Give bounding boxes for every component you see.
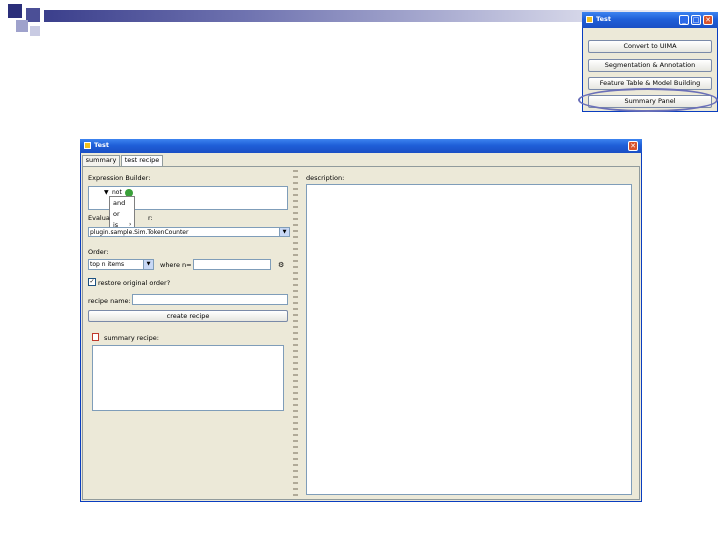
decor-square [30, 26, 40, 36]
calculator-icon[interactable]: ⚙ [278, 261, 284, 269]
summary-recipe-area[interactable] [92, 345, 284, 411]
menu-item-or[interactable]: or [113, 210, 120, 218]
menu-item-and[interactable]: and [113, 199, 125, 207]
evaluator-select[interactable]: plugin.sample.Sim.TokenCounter ▼ [88, 227, 290, 237]
main-window-titlebar: Test [80, 139, 642, 153]
order-select-value: top n items [90, 261, 125, 268]
restore-order-label: restore original order? [98, 279, 171, 287]
split-divider[interactable] [293, 170, 298, 498]
chevron-down-icon[interactable]: ▼ [279, 228, 289, 236]
evaluator-label-right: r: [148, 214, 153, 222]
tab-test-recipe[interactable]: test recipe [121, 155, 163, 166]
main-window-icon [84, 142, 91, 149]
highlight-ellipse [578, 88, 718, 112]
small-window-icon [586, 16, 593, 23]
expression-builder-label: Expression Builder: [88, 174, 151, 182]
order-select[interactable]: top n items ▼ [88, 259, 154, 270]
segmentation-annotation-button[interactable]: Segmentation & Annotation [588, 59, 712, 72]
main-close-button[interactable]: ✕ [628, 141, 638, 151]
minimize-button[interactable]: _ [679, 15, 689, 25]
decor-square [8, 4, 22, 18]
decor-square [26, 8, 40, 22]
evaluator-label-left: Evalua [88, 214, 110, 222]
create-recipe-button[interactable]: create recipe [88, 310, 288, 322]
chevron-down-icon[interactable]: ▼ [143, 260, 153, 269]
recipe-name-input[interactable] [132, 294, 288, 305]
evaluator-select-value: plugin.sample.Sim.TokenCounter [90, 229, 189, 236]
restore-order-checkbox[interactable]: ✓ [88, 278, 96, 286]
description-label: description: [306, 174, 345, 182]
summary-recipe-label: summary recipe: [104, 334, 159, 342]
close-button[interactable]: ✕ [703, 15, 713, 25]
dropdown-caret-icon: ▼ [104, 189, 109, 196]
convert-to-uima-button[interactable]: Convert to UIMA [588, 40, 712, 53]
description-area[interactable] [306, 184, 632, 495]
main-window-title: Test [94, 141, 109, 149]
recipe-name-label: recipe name: [88, 297, 131, 305]
small-window-title: Test [596, 15, 611, 23]
document-icon [92, 333, 99, 341]
order-label: Order: [88, 248, 109, 256]
maximize-button[interactable]: □ [691, 15, 701, 25]
where-n-input[interactable] [193, 259, 271, 270]
decor-square [16, 20, 28, 32]
tab-summary[interactable]: summary [82, 155, 120, 166]
where-n-label: where n= [160, 261, 192, 269]
expression-token: not [112, 189, 122, 196]
